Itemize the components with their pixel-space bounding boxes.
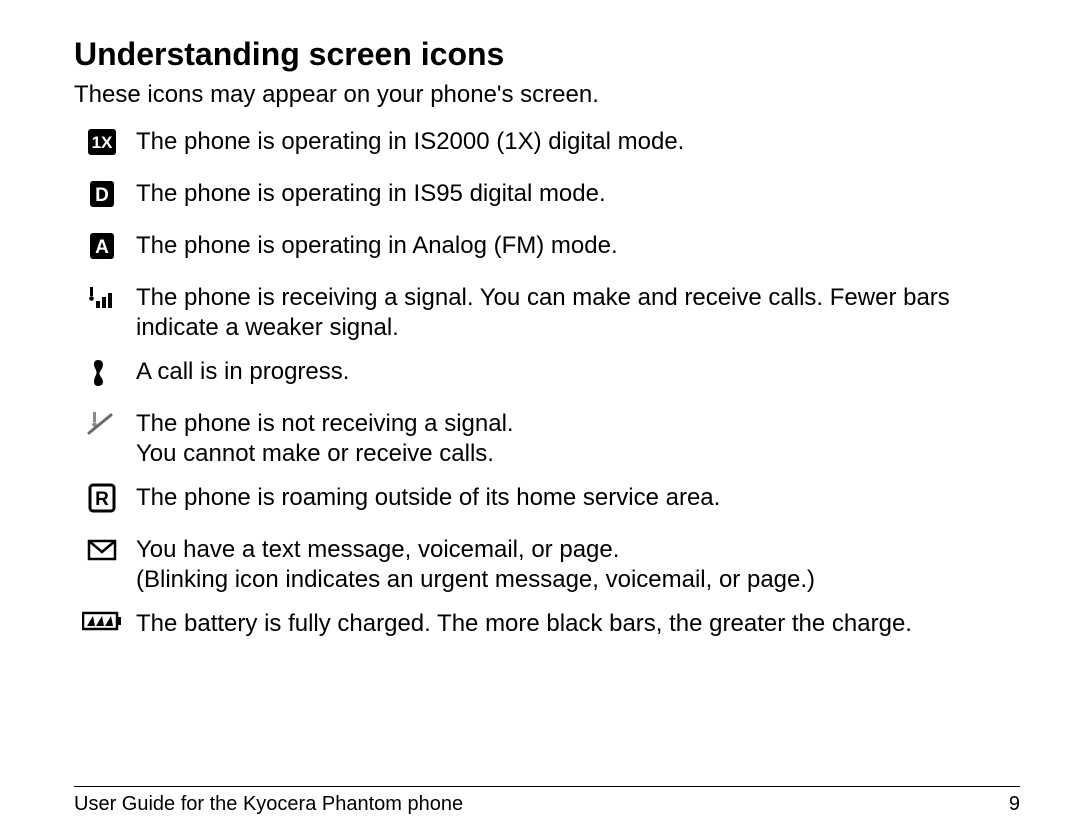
icon-list-row: R The phone is roaming outside of its hom… [74,479,1020,531]
signal-icon [87,283,117,313]
svg-text:R: R [95,489,109,510]
icon-description: The phone is operating in IS95 digital m… [130,175,1020,227]
roaming-icon: R [87,483,117,513]
intro-text: These icons may appear on your phone's s… [74,81,1020,109]
svg-text:A: A [95,237,109,258]
icon-description: The phone is operating in IS2000 (1X) di… [130,123,1020,175]
icon-list-row: The battery is fully charged. The more b… [74,605,1020,649]
page-number: 9 [1009,793,1020,816]
svg-text:1X: 1X [92,133,113,152]
icon-description: The battery is fully charged. The more b… [130,605,1020,649]
a-icon: A [87,231,117,261]
icon-description: The phone is receiving a signal. You can… [130,279,1020,353]
icon-list-row: You have a text message, voicemail, or p… [74,531,1020,605]
call-icon [87,357,117,387]
icon-description: A call is in progress. [130,353,1020,405]
icon-list-row: A call is in progress. [74,353,1020,405]
icon-description: The phone is roaming outside of its home… [130,479,1020,531]
message-icon [87,535,117,565]
battery-icon [82,609,122,629]
d-icon: D [87,179,117,209]
icon-list: 1X The phone is operating in IS2000 (1X) … [74,123,1020,649]
icon-list-row: D The phone is operating in IS95 digital … [74,175,1020,227]
1x-icon: 1X [87,127,117,157]
icon-description: You have a text message, voicemail, or p… [130,531,1020,605]
icon-list-row: A The phone is operating in Analog (FM) m… [74,227,1020,279]
icon-description: The phone is not receiving a signal.You … [130,405,1020,479]
icon-list-row: The phone is receiving a signal. You can… [74,279,1020,353]
icon-list-row: The phone is not receiving a signal.You … [74,405,1020,479]
no-signal-icon [87,409,117,439]
icon-description: The phone is operating in Analog (FM) mo… [130,227,1020,279]
page-title: Understanding screen icons [74,36,1020,73]
icon-list-row: 1X The phone is operating in IS2000 (1X) … [74,123,1020,175]
footer-title: User Guide for the Kyocera Phantom phone [74,793,463,816]
svg-text:D: D [95,185,109,206]
